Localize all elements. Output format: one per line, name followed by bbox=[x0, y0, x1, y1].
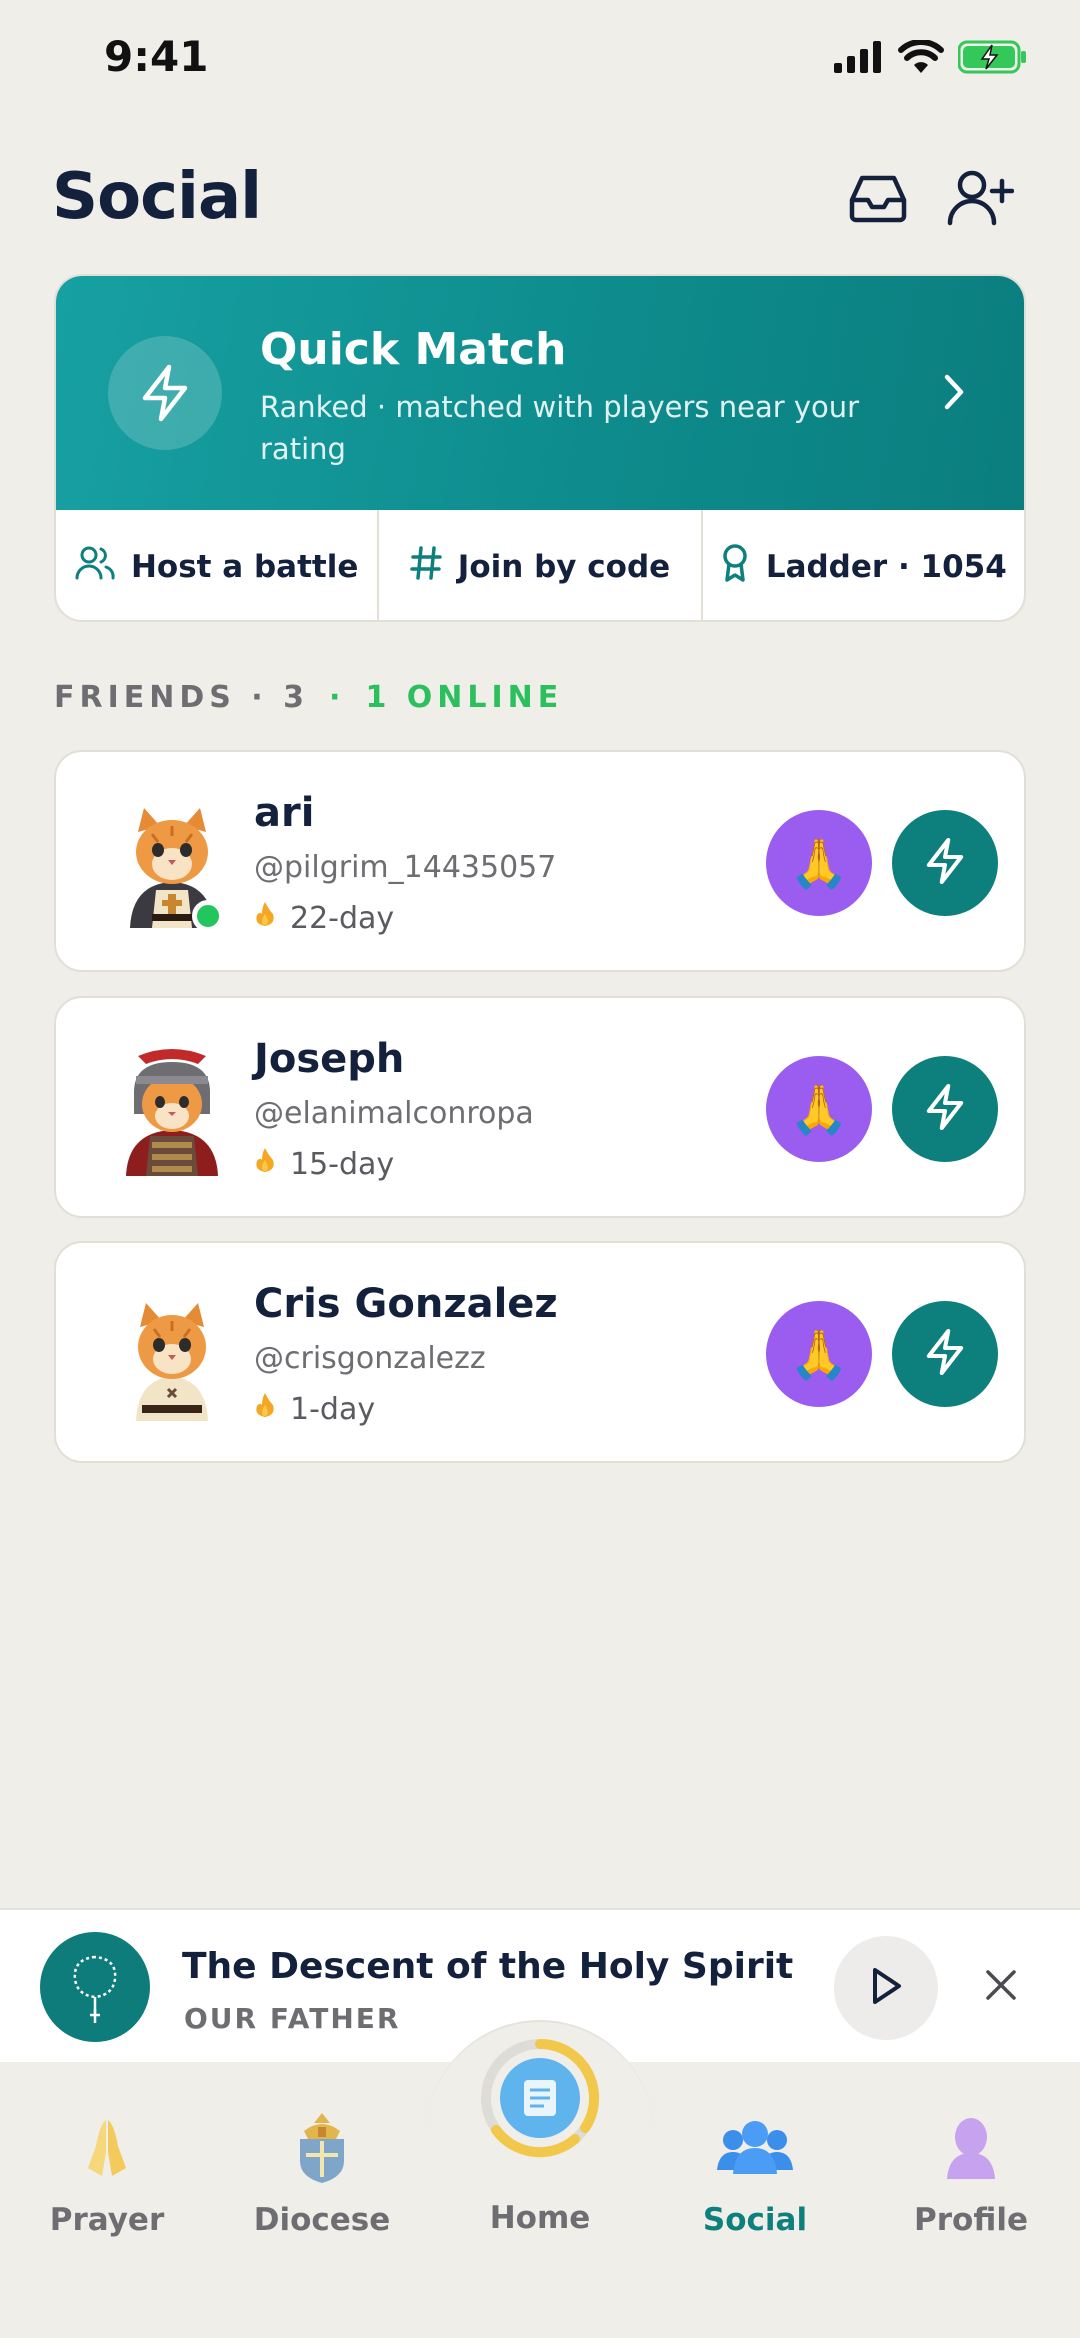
streak-label: 1-day bbox=[290, 1391, 376, 1427]
tab-label: Diocese bbox=[253, 2202, 391, 2238]
tab-diocese[interactable]: Diocese bbox=[232, 2108, 412, 2238]
users-icon bbox=[75, 545, 115, 589]
pray-for-friend-button[interactable]: 🙏 bbox=[766, 1056, 872, 1162]
inbox-icon bbox=[848, 172, 908, 228]
praying-hands-icon: 🙏 bbox=[789, 835, 849, 892]
tab-label: Profile bbox=[914, 2202, 1028, 2238]
bolt-icon bbox=[924, 1328, 966, 1380]
battery-charging-icon bbox=[957, 40, 1028, 78]
praying-hands-icon bbox=[62, 2108, 152, 2188]
cellular-signal-icon bbox=[834, 41, 884, 77]
cat-tunic-avatar bbox=[112, 1293, 232, 1423]
friend-card[interactable]: ari @pilgrim_14435057 22-day 🙏 bbox=[54, 750, 1026, 972]
status-time: 9:41 bbox=[104, 32, 209, 81]
streak-label: 15-day bbox=[290, 1146, 395, 1182]
profile-icon bbox=[926, 2108, 1016, 2188]
friend-streak: 15-day bbox=[254, 1146, 394, 1182]
wifi-icon bbox=[898, 39, 944, 78]
add-friend-button[interactable] bbox=[940, 168, 1020, 232]
rosary-icon bbox=[40, 1932, 150, 2042]
join-by-code-button[interactable]: Join by code bbox=[379, 510, 703, 620]
challenge-friend-button[interactable] bbox=[892, 1301, 998, 1407]
tab-prayer[interactable]: Prayer bbox=[17, 2108, 197, 2238]
tab-profile[interactable]: Profile bbox=[881, 2108, 1061, 2238]
friend-name: Cris Gonzalez bbox=[254, 1281, 558, 1327]
bolt-icon bbox=[924, 1083, 966, 1135]
praying-hands-icon: 🙏 bbox=[789, 1081, 849, 1138]
friend-handle: @pilgrim_14435057 bbox=[254, 850, 557, 885]
friend-card[interactable]: Cris Gonzalez @crisgonzalezz 1-day 🙏 bbox=[54, 1241, 1026, 1463]
friends-section-header: FRIENDS · 3 · 1 ONLINE bbox=[54, 680, 563, 715]
page-title: Social bbox=[52, 160, 262, 234]
host-battle-label: Host a battle bbox=[130, 549, 359, 585]
friend-streak: 1-day bbox=[254, 1391, 375, 1427]
challenge-friend-button[interactable] bbox=[892, 1056, 998, 1162]
chevron-right-icon bbox=[942, 372, 966, 416]
tab-social[interactable]: Social bbox=[665, 2108, 845, 2238]
friend-name: ari bbox=[254, 790, 315, 836]
flame-icon bbox=[254, 1391, 276, 1427]
award-icon bbox=[720, 543, 750, 591]
play-button[interactable] bbox=[834, 1936, 938, 2040]
close-button[interactable] bbox=[976, 1962, 1026, 2012]
friend-handle: @crisgonzalezz bbox=[254, 1341, 486, 1376]
people-group-icon bbox=[710, 2108, 800, 2188]
ladder-label: Ladder · 1054 bbox=[765, 549, 1007, 585]
streak-label: 22-day bbox=[290, 900, 395, 936]
quick-match-actions: Host a battle Join by code Ladder · 1054 bbox=[56, 510, 1024, 620]
separator-dot: · bbox=[329, 680, 346, 715]
bolt-icon bbox=[924, 837, 966, 889]
online-count-label: 1 ONLINE bbox=[365, 680, 564, 715]
quick-match-subtitle: Ranked · matched with players near your … bbox=[260, 390, 860, 466]
friends-count-label: FRIENDS · 3 bbox=[54, 680, 310, 715]
pray-for-friend-button[interactable]: 🙏 bbox=[766, 810, 872, 916]
friend-handle: @elanimalconropa bbox=[254, 1096, 534, 1131]
status-icons bbox=[834, 39, 1028, 78]
pray-for-friend-button[interactable]: 🙏 bbox=[766, 1301, 872, 1407]
quick-match-button[interactable]: Quick Match Ranked · matched with player… bbox=[56, 276, 1024, 510]
tab-label: Social bbox=[702, 2202, 808, 2238]
friend-streak: 22-day bbox=[254, 900, 394, 936]
home-tab-button[interactable] bbox=[480, 2038, 600, 2158]
host-battle-button[interactable]: Host a battle bbox=[56, 510, 380, 620]
challenge-friend-button[interactable] bbox=[892, 810, 998, 916]
tab-home-label: Home bbox=[489, 2200, 591, 2236]
flame-icon bbox=[254, 900, 276, 936]
hash-icon bbox=[410, 545, 442, 589]
flame-icon bbox=[254, 1146, 276, 1182]
join-by-code-label: Join by code bbox=[457, 549, 671, 585]
online-indicator bbox=[192, 900, 224, 932]
home-scroll-icon bbox=[524, 2080, 556, 2116]
quick-match-card: Quick Match Ranked · matched with player… bbox=[54, 274, 1026, 622]
diocese-crest-icon bbox=[277, 2108, 367, 2188]
friend-name: Joseph bbox=[254, 1036, 405, 1082]
tab-label: Prayer bbox=[49, 2202, 165, 2238]
status-bar: 9:41 bbox=[0, 0, 1080, 120]
play-icon bbox=[869, 1966, 903, 2010]
close-icon bbox=[984, 1968, 1018, 2006]
bolt-icon bbox=[108, 336, 222, 450]
inbox-button[interactable] bbox=[838, 168, 918, 232]
now-playing-subtitle: OUR FATHER bbox=[184, 2002, 401, 2035]
cat-centurion-avatar bbox=[112, 1048, 232, 1178]
friend-card[interactable]: Joseph @elanimalconropa 15-day 🙏 bbox=[54, 996, 1026, 1218]
quick-match-title: Quick Match bbox=[260, 324, 567, 375]
now-playing-title: The Descent of the Holy Spirit bbox=[182, 1946, 794, 1987]
ladder-button[interactable]: Ladder · 1054 bbox=[703, 510, 1024, 620]
praying-hands-icon: 🙏 bbox=[789, 1326, 849, 1383]
user-plus-icon bbox=[946, 169, 1015, 231]
